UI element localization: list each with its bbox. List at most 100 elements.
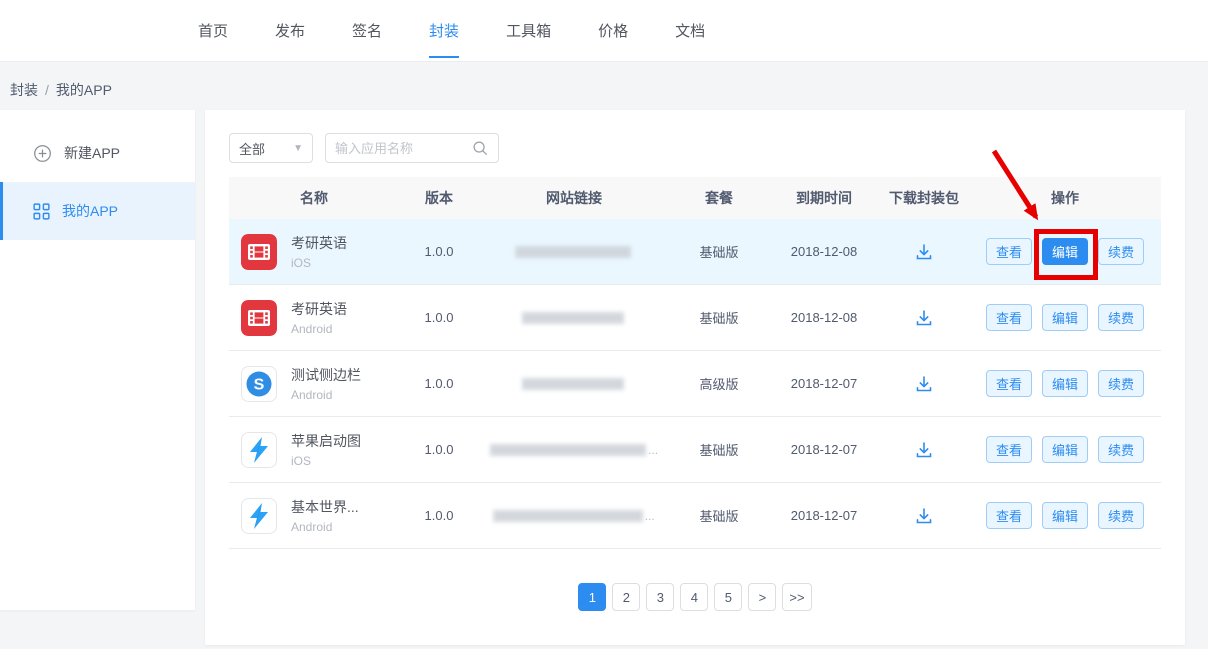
breadcrumb-section[interactable]: 封装 bbox=[10, 82, 38, 98]
search-input[interactable] bbox=[335, 141, 471, 156]
edit-button[interactable]: 编辑 bbox=[1042, 502, 1088, 529]
nav-item-package[interactable]: 封装 bbox=[429, 0, 459, 61]
view-button[interactable]: 查看 bbox=[986, 238, 1032, 265]
app-link: ███████████████ bbox=[479, 378, 669, 390]
nav-item-toolbox[interactable]: 工具箱 bbox=[506, 0, 551, 61]
page-button-1[interactable]: 1 bbox=[578, 583, 606, 611]
edit-button[interactable]: 编辑 bbox=[1042, 370, 1088, 397]
app-expiry: 2018-12-07 bbox=[769, 376, 879, 391]
download-package-button[interactable] bbox=[879, 308, 969, 328]
nav-item-sign[interactable]: 签名 bbox=[352, 0, 382, 61]
download-icon bbox=[914, 242, 934, 262]
sidebar-item-my-app[interactable]: 我的APP bbox=[0, 182, 195, 240]
search-box bbox=[325, 133, 499, 163]
app-list-panel: 全部 ▼ 名称 版本 网站链接 套餐 到期时间 下载封装包 操作 考研 bbox=[205, 110, 1185, 645]
download-icon bbox=[914, 506, 934, 526]
sidebar-item-new-app[interactable]: 新建APP bbox=[0, 124, 195, 182]
app-platform: Android bbox=[291, 520, 359, 534]
plus-circle-icon bbox=[33, 144, 52, 163]
breadcrumb-current: 我的APP bbox=[56, 82, 112, 98]
page-button-4[interactable]: 4 bbox=[680, 583, 708, 611]
last-page-button[interactable]: >> bbox=[782, 583, 811, 611]
download-icon bbox=[914, 374, 934, 394]
download-package-button[interactable] bbox=[879, 374, 969, 394]
table-row: 基本世界... Android 1.0.0 ██████████████████… bbox=[229, 483, 1161, 549]
download-package-button[interactable] bbox=[879, 440, 969, 460]
app-plan: 基础版 bbox=[669, 440, 769, 459]
nav-item-docs[interactable]: 文档 bbox=[675, 0, 705, 61]
edit-button[interactable]: 编辑 bbox=[1042, 238, 1088, 265]
page-button-3[interactable]: 3 bbox=[646, 583, 674, 611]
app-name: 测试侧边栏 bbox=[291, 365, 361, 385]
grid-icon bbox=[33, 203, 50, 220]
download-icon bbox=[914, 308, 934, 328]
flash-app-icon bbox=[241, 432, 277, 468]
app-platform: Android bbox=[291, 388, 361, 402]
view-button[interactable]: 查看 bbox=[986, 370, 1032, 397]
film-app-icon bbox=[241, 234, 277, 270]
col-header-link: 网站链接 bbox=[479, 188, 669, 208]
filter-dropdown-value: 全部 bbox=[239, 139, 265, 158]
app-version: 1.0.0 bbox=[399, 244, 479, 259]
app-expiry: 2018-12-07 bbox=[769, 508, 879, 523]
view-button[interactable]: 查看 bbox=[986, 502, 1032, 529]
app-version: 1.0.0 bbox=[399, 376, 479, 391]
search-icon[interactable] bbox=[471, 139, 489, 157]
app-platform: Android bbox=[291, 322, 347, 336]
edit-button[interactable]: 编辑 bbox=[1042, 304, 1088, 331]
filter-dropdown[interactable]: 全部 ▼ bbox=[229, 133, 313, 163]
app-name: 基本世界... bbox=[291, 497, 359, 517]
page-button-5[interactable]: 5 bbox=[714, 583, 742, 611]
table-header: 名称 版本 网站链接 套餐 到期时间 下载封装包 操作 bbox=[229, 177, 1161, 219]
nav-item-publish[interactable]: 发布 bbox=[275, 0, 305, 61]
app-plan: 高级版 bbox=[669, 374, 769, 393]
renew-button[interactable]: 续费 bbox=[1098, 436, 1144, 463]
app-name: 考研英语 bbox=[291, 233, 347, 253]
app-name: 考研英语 bbox=[291, 299, 347, 319]
renew-button[interactable]: 续费 bbox=[1098, 502, 1144, 529]
next-page-button[interactable]: > bbox=[748, 583, 776, 611]
app-expiry: 2018-12-08 bbox=[769, 244, 879, 259]
renew-button[interactable]: 续费 bbox=[1098, 370, 1144, 397]
page-button-2[interactable]: 2 bbox=[612, 583, 640, 611]
breadcrumb-separator: / bbox=[45, 82, 49, 98]
view-button[interactable]: 查看 bbox=[986, 304, 1032, 331]
nav-item-home[interactable]: 首页 bbox=[198, 0, 228, 61]
view-button[interactable]: 查看 bbox=[986, 436, 1032, 463]
app-link: ███████████████ bbox=[479, 312, 669, 324]
app-platform: iOS bbox=[291, 256, 347, 270]
pagination: 1 2 3 4 5 > >> bbox=[205, 583, 1185, 611]
table-row: S 测试侧边栏 Android 1.0.0 ███████████████ 高级… bbox=[229, 351, 1161, 417]
table-row: 考研英语 Android 1.0.0 ███████████████ 基础版 2… bbox=[229, 285, 1161, 351]
download-package-button[interactable] bbox=[879, 506, 969, 526]
app-name: 苹果启动图 bbox=[291, 431, 361, 451]
col-header-expiry: 到期时间 bbox=[769, 188, 879, 208]
app-link: █████████████████ bbox=[479, 246, 669, 258]
app-version: 1.0.0 bbox=[399, 508, 479, 523]
col-header-version: 版本 bbox=[399, 188, 479, 208]
table-row: 考研英语 iOS 1.0.0 █████████████████ 基础版 201… bbox=[229, 219, 1161, 285]
download-package-button[interactable] bbox=[879, 242, 969, 262]
app-expiry: 2018-12-07 bbox=[769, 442, 879, 457]
app-expiry: 2018-12-08 bbox=[769, 310, 879, 325]
col-header-plan: 套餐 bbox=[669, 188, 769, 208]
renew-button[interactable]: 续费 bbox=[1098, 238, 1144, 265]
flash-app-icon bbox=[241, 498, 277, 534]
app-platform: iOS bbox=[291, 454, 361, 468]
col-header-name: 名称 bbox=[229, 188, 399, 208]
top-navigation: 首页 发布 签名 封装 工具箱 价格 文档 bbox=[0, 0, 1208, 62]
app-table: 名称 版本 网站链接 套餐 到期时间 下载封装包 操作 考研英语 iOS 1.0… bbox=[229, 177, 1161, 549]
swirl-app-icon: S bbox=[241, 366, 277, 402]
renew-button[interactable]: 续费 bbox=[1098, 304, 1144, 331]
edit-button[interactable]: 编辑 bbox=[1042, 436, 1088, 463]
film-app-icon bbox=[241, 300, 277, 336]
app-plan: 基础版 bbox=[669, 242, 769, 261]
svg-text:S: S bbox=[254, 376, 265, 393]
app-link: ███████████████████████... bbox=[479, 443, 669, 457]
app-plan: 基础版 bbox=[669, 308, 769, 327]
sidebar-item-label: 我的APP bbox=[62, 201, 118, 221]
download-icon bbox=[914, 440, 934, 460]
app-version: 1.0.0 bbox=[399, 310, 479, 325]
nav-item-pricing[interactable]: 价格 bbox=[598, 0, 628, 61]
col-header-actions: 操作 bbox=[969, 188, 1161, 208]
